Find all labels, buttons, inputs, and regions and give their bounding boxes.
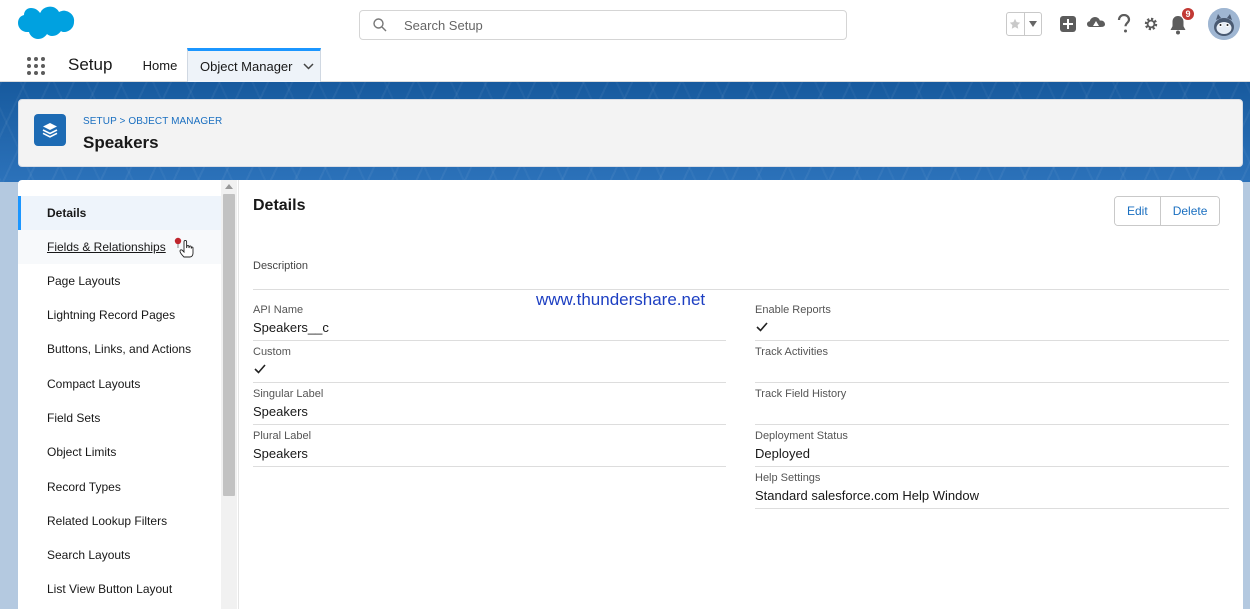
- add-icon[interactable]: [1054, 10, 1082, 38]
- page-header: SETUP > OBJECT MANAGER Speakers: [18, 99, 1243, 167]
- nav-bar: Setup Home Object Manager: [0, 48, 1250, 82]
- field-label: Custom: [253, 346, 291, 358]
- app-name: Setup: [68, 55, 113, 74]
- description-label: Description: [253, 260, 309, 272]
- chevron-down-icon[interactable]: [302, 63, 314, 70]
- sidebar-item-search-layouts[interactable]: Search Layouts: [18, 538, 221, 572]
- details-heading: Details: [253, 197, 306, 214]
- field-plural-label: Plural Label Speakers: [253, 425, 726, 467]
- star-icon[interactable]: [1007, 13, 1025, 35]
- app-launcher-icon[interactable]: [26, 56, 46, 76]
- sidebar-item-object-limits[interactable]: Object Limits: [18, 435, 221, 469]
- field-label: Singular Label: [253, 388, 324, 400]
- sidebar-item-label: Page Layouts: [47, 274, 121, 288]
- notification-badge: 9: [1181, 7, 1195, 21]
- sidebar-item-record-types[interactable]: Record Types: [18, 470, 221, 504]
- sidebar-item-label: Details: [47, 206, 87, 220]
- sidebar-item-compact-layouts[interactable]: Compact Layouts: [18, 367, 221, 401]
- field-custom: Custom: [253, 341, 726, 383]
- field-label: Track Activities: [755, 346, 828, 358]
- sidebar-item-related-lookup-filters[interactable]: Related Lookup Filters: [18, 504, 221, 538]
- field-deployment-status: Deployment Status Deployed: [755, 425, 1229, 467]
- field-value: Speakers: [253, 446, 308, 461]
- sidebar-item-label: Fields & Relationships: [47, 240, 166, 254]
- sidebar-item-details[interactable]: Details: [18, 196, 221, 230]
- sidebar-item-label: Compact Layouts: [47, 377, 141, 391]
- field-track-field-history: Track Field History: [755, 383, 1229, 425]
- search-input[interactable]: [404, 15, 824, 35]
- checkmark-icon: [254, 364, 266, 374]
- edit-button[interactable]: Edit: [1115, 197, 1160, 225]
- sidebar-item-label: List View Button Layout: [47, 582, 173, 596]
- sidebar: Details Fields & Relationships Page Layo…: [18, 180, 239, 609]
- delete-button[interactable]: Delete: [1159, 197, 1220, 225]
- chevron-down-icon[interactable]: [1025, 13, 1042, 35]
- trailhead-icon[interactable]: [1082, 10, 1110, 38]
- field-label: Deployment Status: [755, 430, 848, 442]
- sidebar-item-label: Record Types: [47, 480, 121, 494]
- help-icon[interactable]: [1110, 10, 1138, 38]
- sidebar-item-field-sets[interactable]: Field Sets: [18, 401, 221, 435]
- scroll-up-arrow-icon[interactable]: [225, 184, 233, 189]
- field-track-activities: Track Activities: [755, 341, 1229, 383]
- sidebar-item-page-layouts[interactable]: Page Layouts: [18, 264, 221, 298]
- field-value: Standard salesforce.com Help Window: [755, 488, 979, 503]
- field-value: Speakers__c: [253, 320, 329, 335]
- field-label: Track Field History: [755, 388, 847, 400]
- breadcrumb[interactable]: SETUP > OBJECT MANAGER: [83, 116, 222, 127]
- sidebar-item-label: Related Lookup Filters: [47, 514, 168, 528]
- sidebar-item-label: Buttons, Links, and Actions: [47, 342, 192, 356]
- global-header: 9: [0, 0, 1250, 48]
- checkmark-icon: [756, 322, 768, 332]
- field-label: Enable Reports: [755, 304, 831, 316]
- avatar[interactable]: [1208, 8, 1240, 40]
- page-title: Speakers: [83, 133, 159, 152]
- field-value: Speakers: [253, 404, 308, 419]
- action-button-group: Edit Delete: [1114, 196, 1221, 226]
- sidebar-item-label: Object Limits: [47, 445, 117, 459]
- sidebar-item-fields-relationships[interactable]: Fields & Relationships: [18, 230, 221, 264]
- field-label: API Name: [253, 304, 304, 316]
- tab-home[interactable]: Home: [133, 48, 187, 82]
- field-api-name: API Name Speakers__c: [253, 299, 726, 341]
- field-enable-reports: Enable Reports: [755, 299, 1229, 341]
- field-label: Plural Label: [253, 430, 312, 442]
- divider: [253, 289, 1229, 290]
- tab-object-manager-label: Object Manager: [200, 59, 293, 74]
- main-panel: Details Fields & Relationships Page Layo…: [18, 180, 1243, 609]
- search-box[interactable]: [359, 10, 847, 40]
- sidebar-item-label: Field Sets: [47, 411, 101, 425]
- favorites-group[interactable]: [1006, 12, 1042, 36]
- hand-cursor-icon: [174, 237, 194, 258]
- sidebar-item-lightning-record-pages[interactable]: Lightning Record Pages: [18, 298, 221, 332]
- sidebar-scrollbar-thumb[interactable]: [223, 194, 235, 496]
- sidebar-item-buttons-links-actions[interactable]: Buttons, Links, and Actions: [18, 332, 221, 366]
- search-icon: [373, 18, 387, 32]
- sidebar-item-label: Lightning Record Pages: [47, 308, 176, 322]
- sidebar-item-label: Search Layouts: [47, 548, 131, 562]
- tab-object-manager[interactable]: Object Manager: [187, 48, 321, 82]
- sidebar-item-list-view-button-layout[interactable]: List View Button Layout: [18, 572, 221, 606]
- salesforce-logo[interactable]: [18, 6, 76, 46]
- field-label: Help Settings: [755, 472, 821, 484]
- gear-icon[interactable]: [1137, 10, 1165, 38]
- tab-home-label: Home: [142, 57, 178, 73]
- object-layers-icon: [34, 114, 66, 146]
- field-value: Deployed: [755, 446, 810, 461]
- field-singular-label: Singular Label Speakers: [253, 383, 726, 425]
- field-help-settings: Help Settings Standard salesforce.com He…: [755, 467, 1229, 509]
